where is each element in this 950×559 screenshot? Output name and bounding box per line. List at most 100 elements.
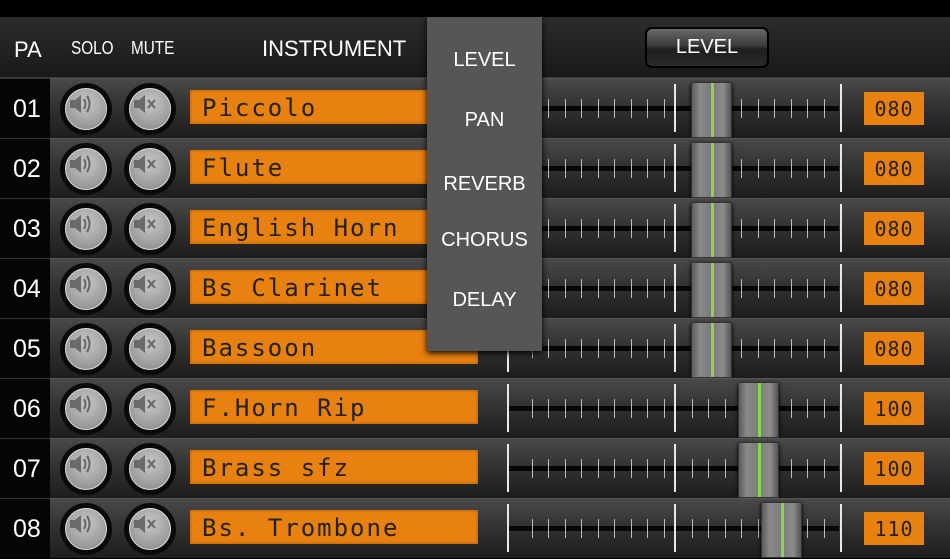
part-number: 08 (0, 498, 50, 558)
fader-tick (663, 399, 665, 418)
fader-thumb[interactable] (737, 442, 779, 498)
header-part: PA (14, 37, 42, 62)
fader-tick (548, 279, 549, 298)
menu-item-delay[interactable]: DELAY (427, 289, 542, 312)
fader-center-mark (674, 84, 676, 132)
fader-center-mark (674, 204, 676, 252)
solo-button[interactable] (60, 143, 112, 195)
mute-button[interactable] (124, 323, 176, 375)
mute-button[interactable] (124, 143, 176, 195)
fader-tick (581, 459, 582, 478)
fader-tick (823, 519, 825, 538)
fader-tick (757, 519, 759, 538)
fader-tick (597, 159, 599, 178)
fader-thumb[interactable] (690, 202, 732, 258)
fader-tick (757, 159, 759, 178)
solo-button[interactable] (60, 383, 112, 435)
fader-center-mark (674, 504, 676, 552)
fader-thumb[interactable] (690, 142, 732, 198)
level-fader[interactable] (507, 82, 842, 138)
solo-button[interactable] (60, 323, 112, 375)
fader-tick (581, 159, 582, 178)
fader-tick (548, 459, 549, 478)
mute-button[interactable] (124, 263, 176, 315)
instrument-name[interactable]: Bs. Trombone (190, 510, 478, 544)
menu-item-level[interactable]: LEVEL (427, 49, 542, 72)
fader-thumb[interactable] (737, 382, 779, 438)
mute-button[interactable] (124, 83, 176, 135)
parameter-select-button[interactable]: LEVEL (645, 27, 769, 68)
mute-button[interactable] (124, 503, 176, 555)
fader-tick (564, 279, 566, 298)
fader-tick (663, 519, 665, 538)
mute-button[interactable] (124, 443, 176, 495)
fader-tick (647, 519, 648, 538)
level-value[interactable]: 080 (864, 92, 924, 125)
fader-tick (548, 99, 549, 118)
level-value[interactable]: 080 (864, 272, 924, 305)
fader-thumb-indicator (710, 83, 714, 137)
fader-tick (564, 99, 566, 118)
solo-button[interactable] (60, 443, 112, 495)
fader-thumb[interactable] (690, 262, 732, 318)
fader-thumb[interactable] (690, 322, 732, 378)
part-number: 06 (0, 378, 50, 438)
fader-center-mark (674, 264, 676, 312)
menu-item-chorus[interactable]: CHORUS (427, 229, 542, 252)
level-fader[interactable] (507, 262, 842, 318)
fader-tick (614, 519, 615, 538)
mute-button[interactable] (124, 203, 176, 255)
fader-tick (581, 339, 582, 358)
fader-tick (663, 339, 665, 358)
part-number: 05 (0, 318, 50, 378)
menu-item-pan[interactable]: PAN (427, 109, 542, 132)
fader-end-mark (507, 504, 509, 552)
fader-thumb-indicator (710, 323, 714, 377)
fader-tick (647, 459, 648, 478)
fader-tick (548, 219, 549, 238)
fader-tick (630, 399, 632, 418)
level-value[interactable]: 080 (864, 152, 924, 185)
level-fader[interactable] (507, 142, 842, 198)
instrument-name[interactable]: F.Horn Rip (190, 390, 478, 424)
fader-tick (564, 459, 566, 478)
level-fader[interactable] (507, 442, 842, 498)
fader-tick (630, 339, 632, 358)
level-fader[interactable] (507, 322, 842, 378)
level-value[interactable]: 100 (864, 452, 924, 485)
mute-button[interactable] (124, 383, 176, 435)
fader-tick (724, 519, 726, 538)
fader-tick (790, 99, 792, 118)
solo-button[interactable] (60, 83, 112, 135)
fader-tick (807, 279, 808, 298)
menu-item-reverb[interactable]: REVERB (427, 173, 542, 196)
fader-tick (708, 519, 709, 538)
level-fader[interactable] (507, 202, 842, 258)
fader-tick (564, 159, 566, 178)
solo-button[interactable] (60, 263, 112, 315)
fader-tick (630, 219, 632, 238)
fader-end-mark (507, 444, 509, 492)
fader-tick (630, 459, 632, 478)
level-fader[interactable] (507, 502, 842, 558)
solo-button[interactable] (60, 203, 112, 255)
fader-tick (741, 159, 742, 178)
fader-thumb[interactable] (761, 502, 803, 558)
level-fader[interactable] (507, 382, 842, 438)
level-value[interactable]: 080 (864, 212, 924, 245)
fader-tick (647, 99, 648, 118)
fader-end-mark (840, 324, 842, 372)
level-value[interactable]: 110 (864, 512, 924, 545)
level-value[interactable]: 080 (864, 332, 924, 365)
instrument-name[interactable]: Brass sfz (190, 450, 478, 484)
solo-button[interactable] (60, 503, 112, 555)
fader-tick (823, 159, 825, 178)
fader-tick (614, 459, 615, 478)
fader-thumb[interactable] (690, 82, 732, 138)
level-value[interactable]: 100 (864, 392, 924, 425)
header-instrument: INSTRUMENT (262, 36, 407, 61)
fader-tick (597, 519, 599, 538)
fader-end-mark (840, 384, 842, 432)
fader-tick (597, 219, 599, 238)
fader-thumb-indicator (710, 263, 714, 317)
